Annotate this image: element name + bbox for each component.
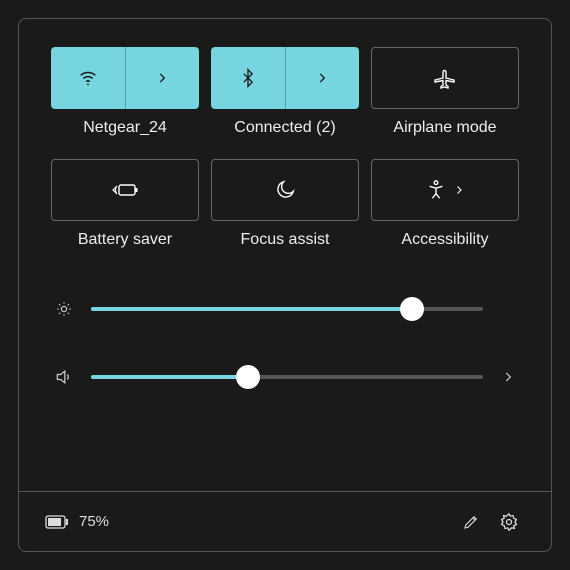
tile-grid: Netgear_24 (51, 47, 519, 263)
tile-wifi-wrap: Netgear_24 (51, 47, 199, 151)
brightness-slider[interactable] (91, 297, 483, 321)
moon-icon (274, 179, 296, 201)
sliders (51, 297, 519, 389)
tile-battery-saver[interactable] (51, 159, 199, 221)
tile-bluetooth-toggle[interactable] (211, 47, 286, 109)
quick-settings-panel: Netgear_24 (18, 18, 552, 552)
slider-fill (91, 307, 412, 311)
volume-row (53, 365, 517, 389)
tile-battery-saver-label: Battery saver (78, 231, 172, 249)
brightness-icon (53, 300, 75, 318)
tile-airplane[interactable] (371, 47, 519, 109)
tile-accessibility[interactable] (371, 159, 519, 221)
tile-wifi-toggle[interactable] (51, 47, 126, 109)
tile-bluetooth-wrap: Connected (2) (211, 47, 359, 151)
gear-icon (499, 512, 519, 532)
volume-slider[interactable] (91, 365, 483, 389)
footer: 75% (19, 491, 551, 551)
quick-settings-content: Netgear_24 (19, 19, 551, 491)
settings-button[interactable] (493, 506, 525, 538)
tile-airplane-wrap: Airplane mode (371, 47, 519, 151)
accessibility-icon (425, 179, 447, 201)
tile-accessibility-wrap: Accessibility (371, 159, 519, 263)
tile-bluetooth[interactable] (211, 47, 359, 109)
tile-wifi-label: Netgear_24 (83, 119, 167, 137)
battery-icon (45, 515, 69, 529)
pencil-icon (462, 513, 480, 531)
tile-wifi-expand[interactable] (126, 47, 200, 109)
chevron-right-icon (155, 71, 169, 85)
battery-percent: 75% (79, 513, 109, 530)
volume-icon (53, 367, 75, 387)
chevron-right-icon (453, 184, 465, 196)
tile-battery-saver-wrap: Battery saver (51, 159, 199, 263)
tile-accessibility-label: Accessibility (401, 231, 488, 249)
brightness-row (53, 297, 517, 321)
volume-expand[interactable] (499, 370, 517, 384)
tile-accessibility-content (425, 179, 465, 201)
tile-focus-label: Focus assist (241, 231, 330, 249)
chevron-right-icon (315, 71, 329, 85)
slider-fill (91, 375, 248, 379)
bluetooth-icon (238, 68, 258, 88)
edit-button[interactable] (455, 506, 487, 538)
wifi-icon (77, 67, 99, 89)
tile-airplane-label: Airplane mode (393, 119, 496, 137)
tile-bluetooth-expand[interactable] (286, 47, 360, 109)
slider-thumb[interactable] (400, 297, 424, 321)
airplane-icon (433, 66, 457, 90)
tile-wifi[interactable] (51, 47, 199, 109)
slider-thumb[interactable] (236, 365, 260, 389)
tile-focus[interactable] (211, 159, 359, 221)
battery-status[interactable]: 75% (45, 513, 109, 530)
tile-bluetooth-label: Connected (2) (234, 119, 335, 137)
battery-saver-icon (111, 180, 139, 200)
tile-focus-wrap: Focus assist (211, 159, 359, 263)
